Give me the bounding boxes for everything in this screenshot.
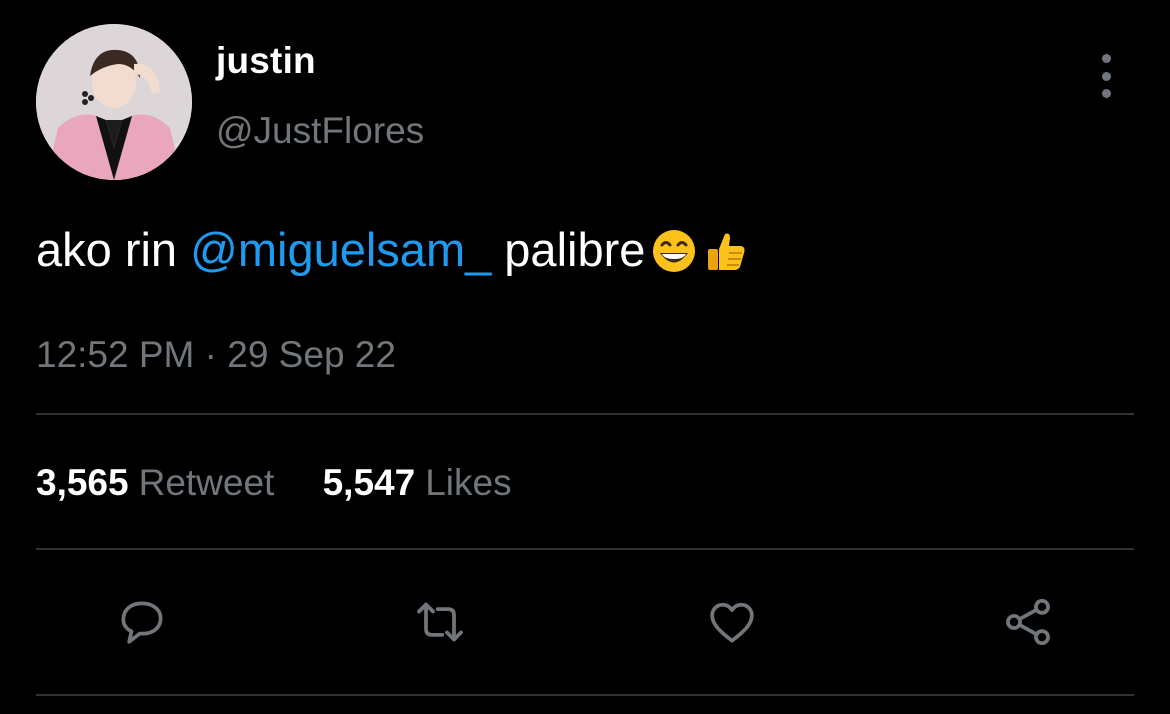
divider — [36, 413, 1134, 415]
tweet-timestamp[interactable]: 12:52 PM · 29 Sep 22 — [36, 334, 396, 376]
tweet-text-before: ako rin — [36, 223, 191, 276]
retweets-count: 3,565 — [36, 462, 129, 503]
dot — [1101, 71, 1111, 81]
likes-count: 5,547 — [322, 462, 416, 503]
tweet-stats: 3,565 Retweet 5,547 Likes — [36, 462, 550, 504]
user-handle[interactable]: @JustFlores — [216, 110, 424, 152]
divider — [36, 694, 1134, 696]
likes-label: Likes — [425, 462, 512, 503]
like-button[interactable] — [702, 592, 762, 652]
thumbs-up-icon — [703, 228, 749, 285]
mention-link[interactable]: @miguelsam_ — [190, 223, 491, 276]
share-icon — [1006, 598, 1050, 646]
reply-icon — [121, 601, 163, 644]
display-name[interactable]: justin — [216, 40, 316, 82]
divider — [36, 548, 1134, 550]
share-button[interactable] — [998, 592, 1058, 652]
tweet-text-after: palibre — [491, 223, 646, 276]
likes-stat[interactable]: 5,547 Likes — [323, 462, 512, 503]
reply-button[interactable] — [112, 592, 172, 652]
dot — [1101, 54, 1111, 63]
tweet: justin @JustFlores ako rin @miguelsam_ p… — [0, 0, 1170, 714]
retweet-button[interactable] — [410, 592, 470, 652]
like-icon — [710, 602, 754, 643]
avatar[interactable] — [36, 24, 192, 180]
dot — [1101, 89, 1111, 98]
retweets-stat[interactable]: 3,565 Retweet — [36, 462, 274, 503]
grinning-face-icon — [651, 228, 697, 285]
more-options-icon[interactable] — [1090, 54, 1122, 98]
retweet-icon — [417, 602, 463, 642]
tweet-text: ako rin @miguelsam_ palibre — [36, 222, 749, 285]
retweets-label: Retweet — [138, 462, 275, 503]
